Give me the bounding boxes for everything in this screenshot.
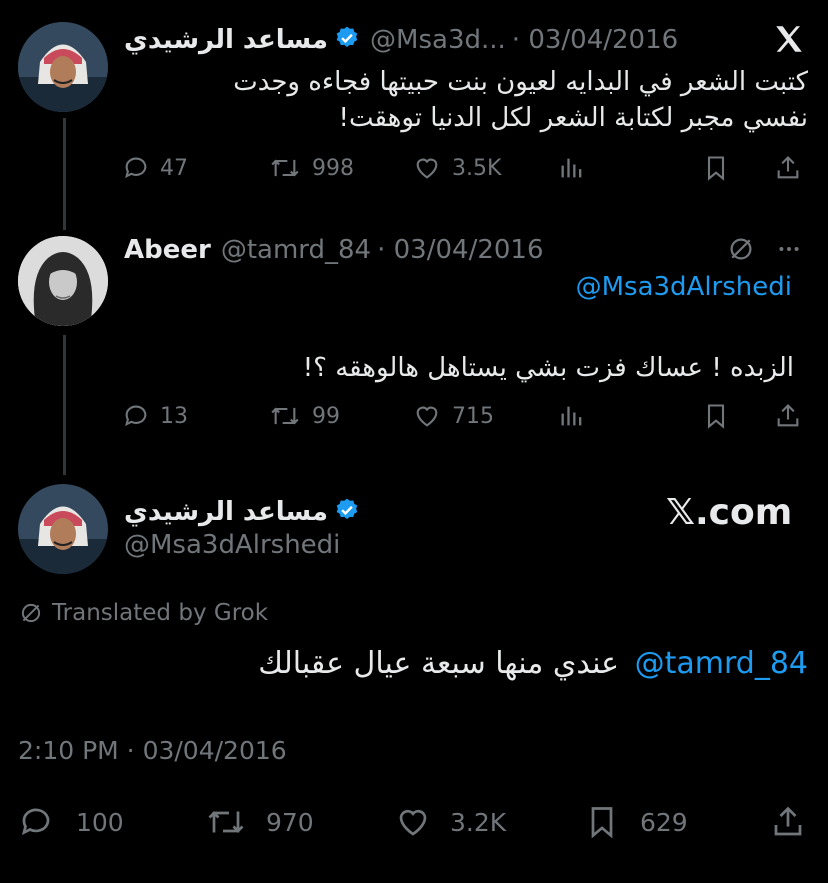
x-logo-icon[interactable] xyxy=(772,22,806,60)
tweet-date[interactable]: · 03/04/2016 xyxy=(377,235,543,265)
avatar[interactable] xyxy=(18,484,108,574)
share-icon xyxy=(777,156,799,179)
verified-badge-icon xyxy=(334,497,360,527)
author-name[interactable]: مساعد الرشيدي xyxy=(124,497,328,527)
like-icon xyxy=(416,158,438,179)
tweet-text: الزبده ! عساك فزت بشي يستاهل هالوهقه ؟! xyxy=(302,353,794,383)
share-icon xyxy=(774,806,802,836)
retweet-icon xyxy=(271,407,299,425)
tweet-actions: 47 998 3.5K xyxy=(122,150,808,186)
thread-line xyxy=(63,335,66,475)
bookmark-button[interactable]: 629 xyxy=(584,804,688,840)
translated-text: Translated by Grok xyxy=(52,600,269,626)
bookmark-icon xyxy=(707,404,725,429)
like-count: 3.5K xyxy=(452,155,502,181)
reply-count: 47 xyxy=(160,155,188,181)
tweet-text: عندي منها سبعة عيال عقبالك xyxy=(258,646,620,681)
retweet-icon xyxy=(208,811,244,833)
views-icon xyxy=(561,406,582,426)
retweet-button[interactable]: 998 xyxy=(268,154,354,182)
grok-icon[interactable] xyxy=(726,234,756,268)
tweet-timestamp[interactable]: 2:10 PM · 03/04/2016 xyxy=(18,736,287,765)
mention-link[interactable]: @tamrd_84 xyxy=(635,646,808,681)
tweet-date[interactable]: · 03/04/2016 xyxy=(512,25,678,55)
like-icon xyxy=(416,406,438,427)
author-name[interactable]: Abeer xyxy=(124,235,211,265)
reply-icon xyxy=(21,808,50,836)
mention-link[interactable]: @Msa3dAlrshedi xyxy=(576,272,792,302)
views-button[interactable] xyxy=(558,154,586,182)
retweet-button[interactable]: 970 xyxy=(204,804,314,840)
views-button[interactable] xyxy=(558,402,586,430)
brand-watermark: 𝕏.com xyxy=(666,492,793,533)
tweet-text-line: نفسي مجبر لكتابة الشعر لكل الدنيا توهقت! xyxy=(338,103,808,133)
retweet-count: 998 xyxy=(312,155,354,181)
grok-icon xyxy=(21,603,41,623)
bookmark-count: 629 xyxy=(640,807,688,837)
reply-button[interactable]: 47 xyxy=(122,154,188,182)
views-icon xyxy=(561,158,582,178)
more-icon[interactable] xyxy=(774,236,804,266)
main-tweet-actions: 100 970 3.2K 629 xyxy=(18,800,810,844)
author-handle[interactable]: @tamrd_84 xyxy=(221,235,371,265)
bookmark-icon xyxy=(591,807,613,839)
retweet-button[interactable]: 99 xyxy=(268,402,340,430)
avatar[interactable] xyxy=(18,22,108,112)
reply-count: 100 xyxy=(76,807,124,837)
retweet-count: 970 xyxy=(266,807,314,837)
thread-line xyxy=(63,118,66,230)
reply-icon xyxy=(125,405,147,427)
like-button[interactable]: 3.5K xyxy=(412,154,501,182)
verified-badge-icon xyxy=(334,25,360,55)
main-tweet-text: عندي منها سبعة عيال عقبالك @tamrd_84 xyxy=(258,644,808,684)
share-button[interactable] xyxy=(774,154,802,182)
bookmark-icon xyxy=(707,156,725,181)
reply-icon xyxy=(125,157,147,179)
like-button[interactable]: 3.2K xyxy=(394,804,506,840)
reply-count: 13 xyxy=(160,403,188,429)
tweet-header: مساعد الرشيدي xyxy=(124,494,360,530)
retweet-count: 99 xyxy=(312,403,340,429)
author-handle[interactable]: @Msa3dAlrshedi xyxy=(124,530,340,560)
reply-button[interactable]: 100 xyxy=(18,804,124,840)
tweet-header: مساعد الرشيدي @Msa3d... · 03/04/2016 xyxy=(124,22,678,58)
bookmark-button[interactable] xyxy=(702,154,730,182)
like-count: 715 xyxy=(452,403,494,429)
like-button[interactable]: 715 xyxy=(412,402,494,430)
share-button[interactable] xyxy=(774,402,802,430)
reply-button[interactable]: 13 xyxy=(122,402,188,430)
tweet-header: Abeer @tamrd_84 · 03/04/2016 xyxy=(124,232,544,268)
tweet-text-line: كتبت الشعر في البدايه لعيون بنت حبيتها ف… xyxy=(233,67,808,97)
author-handle[interactable]: @Msa3d... xyxy=(370,25,506,55)
share-icon xyxy=(777,404,799,427)
like-count: 3.2K xyxy=(450,807,507,837)
avatar[interactable] xyxy=(18,236,108,326)
retweet-icon xyxy=(271,159,299,177)
tweet-text: كتبت الشعر في البدايه لعيون بنت حبيتها ف… xyxy=(124,64,808,136)
translated-label[interactable]: Translated by Grok xyxy=(18,600,268,626)
author-name[interactable]: مساعد الرشيدي xyxy=(124,25,328,55)
tweet-actions: 13 99 715 xyxy=(122,398,808,434)
bookmark-button[interactable] xyxy=(702,402,730,430)
like-icon xyxy=(399,809,427,836)
share-button[interactable] xyxy=(770,804,806,840)
